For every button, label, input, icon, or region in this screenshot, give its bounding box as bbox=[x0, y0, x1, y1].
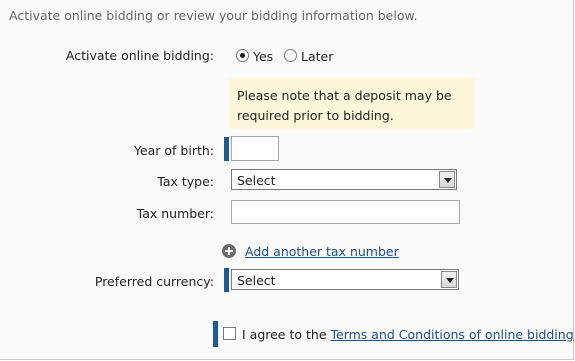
tax-number-input[interactable] bbox=[231, 200, 460, 224]
radio-yes-label[interactable]: Yes bbox=[253, 49, 273, 64]
add-tax-number-link[interactable]: Add another tax number bbox=[245, 244, 399, 259]
currency-value: Select bbox=[237, 273, 276, 288]
tax-number-label: Tax number: bbox=[136, 206, 214, 221]
tax-type-select[interactable]: Select bbox=[231, 169, 457, 190]
required-indicator bbox=[224, 268, 229, 292]
chevron-down-icon[interactable] bbox=[439, 171, 455, 188]
required-indicator bbox=[213, 321, 218, 347]
currency-label: Preferred currency: bbox=[94, 274, 214, 289]
chevron-down-icon[interactable] bbox=[441, 271, 457, 288]
currency-select[interactable]: Select bbox=[231, 269, 459, 290]
radio-later[interactable] bbox=[284, 49, 297, 62]
terms-link[interactable]: Terms and Conditions of online bidding bbox=[331, 327, 574, 342]
radio-yes[interactable] bbox=[236, 49, 249, 62]
agree-text: I agree to the Terms and Conditions of o… bbox=[242, 327, 574, 342]
year-of-birth-input[interactable] bbox=[231, 136, 279, 161]
year-of-birth-label: Year of birth: bbox=[133, 143, 214, 158]
agree-prefix: I agree to the bbox=[242, 327, 327, 342]
tax-type-value: Select bbox=[237, 173, 276, 188]
agree-checkbox[interactable] bbox=[223, 327, 236, 340]
radio-later-label[interactable]: Later bbox=[301, 49, 333, 64]
add-circle-icon[interactable] bbox=[222, 244, 236, 258]
intro-text: Activate online bidding or review your b… bbox=[9, 8, 418, 23]
tax-type-label: Tax type: bbox=[157, 174, 214, 189]
required-indicator bbox=[224, 137, 229, 161]
activate-label: Activate online bidding: bbox=[65, 48, 214, 63]
deposit-note: Please note that a deposit may be requir… bbox=[229, 78, 475, 129]
